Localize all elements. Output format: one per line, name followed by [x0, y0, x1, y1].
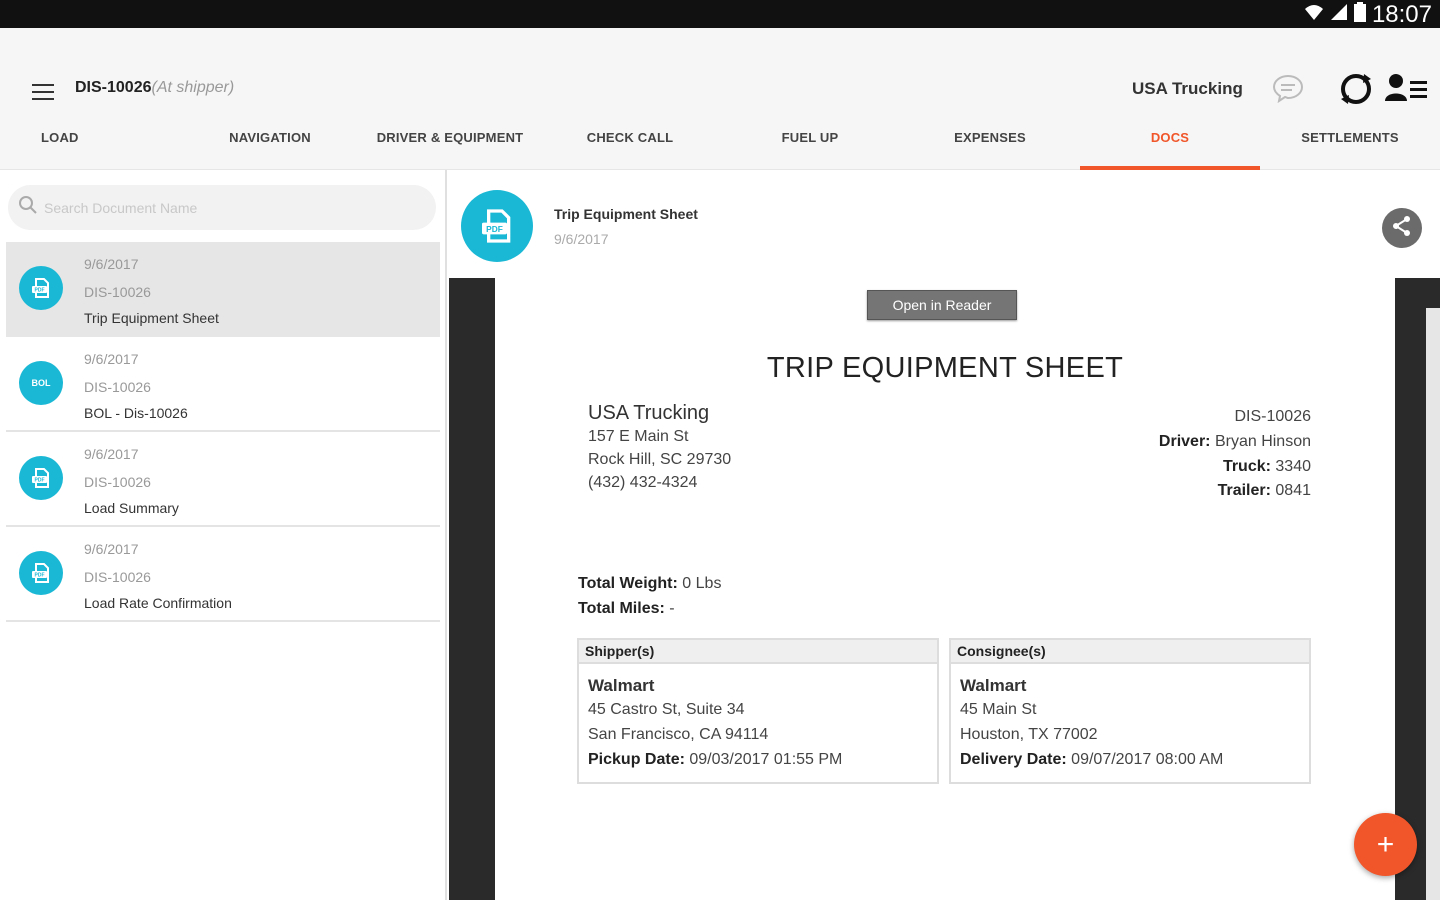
document-pane: PDF Trip Equipment Sheet 9/6/2017 Open i…: [449, 170, 1440, 900]
doc-name: Load Rate Confirmation: [84, 595, 232, 611]
sheet-load-id: DIS-10026: [1234, 408, 1312, 425]
shipper-header: Shipper(s): [579, 640, 937, 664]
pdf-page: Open in Reader TRIP EQUIPMENT SHEET USA …: [495, 278, 1395, 900]
consignee-name: Walmart: [960, 676, 1027, 695]
doc-name: Trip Equipment Sheet: [84, 310, 219, 326]
list-item[interactable]: PDF 9/6/2017 DIS-10026 Load Rate Confirm…: [6, 527, 440, 622]
status-time: 18:07: [1371, 0, 1432, 28]
pdf-icon: PDF: [19, 266, 63, 310]
doc-load-id: DIS-10026: [84, 474, 151, 490]
document-sidebar: PDF 9/6/2017 DIS-10026 Trip Equipment Sh…: [0, 170, 447, 900]
doc-date: 9/6/2017: [84, 446, 139, 462]
sync-icon[interactable]: [1338, 71, 1374, 112]
sheet-company-address2: Rock Hill, SC 29730: [588, 451, 732, 468]
status-bar: 18:07: [0, 0, 1440, 28]
doc-name: BOL - Dis-10026: [84, 405, 188, 421]
doc-date: 9/6/2017: [84, 541, 139, 557]
wifi-icon: [1304, 3, 1324, 26]
hamburger-menu-icon[interactable]: [32, 84, 54, 100]
load-status: (At shipper): [151, 79, 235, 96]
tab-expenses[interactable]: EXPENSES: [900, 122, 1080, 170]
sheet-truck: Truck: 3340: [1222, 458, 1311, 475]
tab-check-call[interactable]: CHECK CALL: [540, 122, 720, 170]
shipper-address1: 45 Castro St, Suite 34: [588, 701, 745, 718]
document-list: PDF 9/6/2017 DIS-10026 Trip Equipment Sh…: [6, 242, 440, 622]
svg-text:PDF: PDF: [35, 573, 45, 579]
pdf-icon: PDF: [461, 190, 533, 262]
load-id: DIS-10026: [75, 79, 152, 96]
doc-load-id: DIS-10026: [84, 379, 151, 395]
pdf-viewer: Open in Reader TRIP EQUIPMENT SHEET USA …: [449, 278, 1440, 900]
shipper-box: Shipper(s) Walmart 45 Castro St, Suite 3…: [577, 638, 939, 784]
signal-icon: [1330, 3, 1348, 26]
document-date: 9/6/2017: [554, 231, 609, 247]
share-button[interactable]: [1382, 208, 1422, 248]
doc-name: Load Summary: [84, 500, 179, 516]
search-bar: [8, 185, 436, 230]
shipper-address2: San Francisco, CA 94114: [588, 726, 769, 743]
list-item[interactable]: BOL 9/6/2017 DIS-10026 BOL - Dis-10026: [6, 337, 440, 432]
add-document-button[interactable]: +: [1354, 813, 1417, 876]
svg-text:PDF: PDF: [486, 224, 503, 234]
tab-fuel-up[interactable]: FUEL UP: [720, 122, 900, 170]
status-icons: 18:07: [1304, 2, 1432, 27]
shipper-pickup-date: Pickup Date: 09/03/2017 01:55 PM: [588, 751, 843, 768]
sheet-company-name: USA Trucking: [588, 402, 710, 424]
svg-text:PDF: PDF: [35, 288, 45, 294]
tab-load[interactable]: LOAD: [0, 122, 180, 170]
company-name: USA Trucking: [1132, 79, 1243, 98]
tab-driver-equipment[interactable]: DRIVER & EQUIPMENT: [360, 122, 540, 170]
sheet-trailer: Trailer: 0841: [1217, 482, 1311, 499]
shipper-name: Walmart: [588, 676, 655, 695]
doc-load-id: DIS-10026: [84, 284, 151, 300]
user-list-icon[interactable]: [1385, 73, 1429, 108]
consignee-box: Consignee(s) Walmart 45 Main St Houston,…: [949, 638, 1311, 784]
sheet-total-weight: Total Weight: 0 Lbs: [578, 575, 722, 592]
bol-badge: BOL: [19, 361, 63, 405]
svg-text:PDF: PDF: [35, 478, 45, 484]
load-title: DIS-10026(At shipper): [75, 79, 234, 97]
list-item[interactable]: PDF 9/6/2017 DIS-10026 Trip Equipment Sh…: [6, 242, 440, 337]
sheet-total-miles: Total Miles: -: [578, 600, 675, 617]
share-icon: [1391, 215, 1413, 242]
consignee-address2: Houston, TX 77002: [960, 726, 1098, 743]
tab-bar: LOAD NAVIGATION DRIVER & EQUIPMENT CHECK…: [0, 122, 1440, 170]
tab-settlements[interactable]: SETTLEMENTS: [1260, 122, 1440, 170]
search-input[interactable]: [44, 199, 424, 216]
sheet-company-phone: (432) 432-4324: [588, 474, 698, 491]
sheet-driver: Driver: Bryan Hinson: [1158, 433, 1311, 450]
sheet-heading: TRIP EQUIPMENT SHEET: [766, 352, 1124, 384]
pdf-icon: PDF: [19, 551, 63, 595]
document-title: Trip Equipment Sheet: [554, 206, 698, 222]
open-in-reader-button[interactable]: Open in Reader: [867, 290, 1017, 320]
viewer-scrollbar[interactable]: [1426, 308, 1440, 900]
tab-navigation[interactable]: NAVIGATION: [180, 122, 360, 170]
chat-icon[interactable]: [1272, 73, 1304, 108]
pdf-icon: PDF: [19, 456, 63, 500]
tab-docs[interactable]: DOCS: [1080, 122, 1260, 170]
doc-load-id: DIS-10026: [84, 569, 151, 585]
app-header: DIS-10026(At shipper) USA Trucking LOAD …: [0, 28, 1440, 170]
sheet-company-address1: 157 E Main St: [588, 428, 689, 445]
consignee-delivery-date: Delivery Date: 09/07/2017 08:00 AM: [960, 751, 1224, 768]
battery-icon: [1353, 2, 1366, 27]
consignee-address1: 45 Main St: [960, 701, 1037, 718]
list-item[interactable]: PDF 9/6/2017 DIS-10026 Load Summary: [6, 432, 440, 527]
doc-date: 9/6/2017: [84, 256, 139, 272]
doc-date: 9/6/2017: [84, 351, 139, 367]
search-icon: [18, 195, 38, 220]
consignee-header: Consignee(s): [951, 640, 1309, 664]
